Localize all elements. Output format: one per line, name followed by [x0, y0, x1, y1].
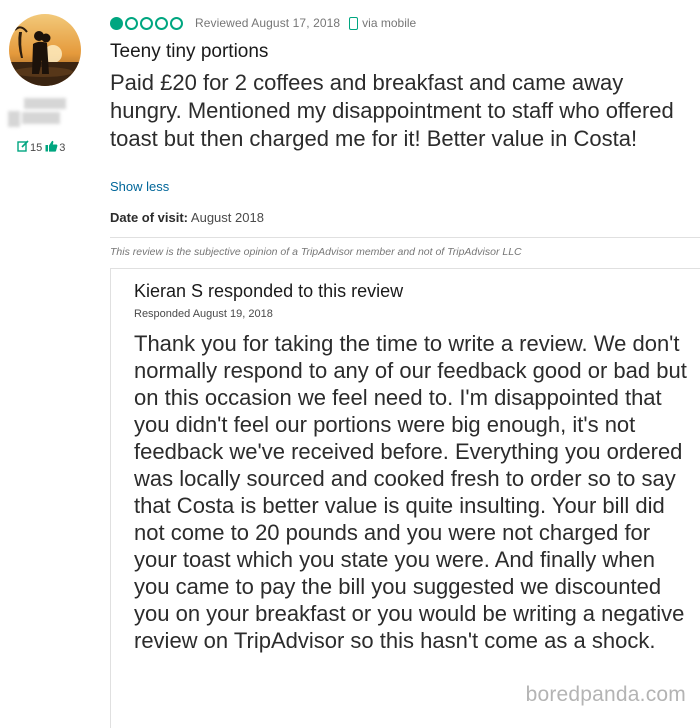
- avatar-photo: [9, 14, 81, 86]
- review-meta-row: Reviewed August 17, 2018 via mobile: [110, 13, 416, 33]
- rating-bubble-empty: [170, 16, 183, 30]
- reviewer-stats: 15 3: [17, 140, 68, 156]
- review-body: Paid £20 for 2 coffees and breakfast and…: [110, 70, 674, 151]
- review-count-icon: [17, 140, 29, 156]
- response-title: Kieran S responded to this review: [134, 281, 404, 301]
- helpful-votes-count: 3: [59, 142, 66, 154]
- divider: [110, 237, 700, 238]
- review-title[interactable]: Teeny tiny portions: [110, 40, 268, 64]
- review-date: Reviewed August 17, 2018: [195, 16, 341, 30]
- response-date: Responded August 19, 2018: [134, 308, 273, 320]
- watermark: boredpanda.com: [519, 683, 686, 707]
- response-body: Thank you for taking the time to write a…: [134, 331, 687, 653]
- date-of-visit: Date of visit: August 2018: [110, 210, 264, 225]
- bubble-rating: [110, 16, 185, 30]
- show-less-link[interactable]: Show less: [110, 179, 169, 194]
- mobile-phone-icon: [349, 16, 359, 30]
- review-count: 15: [30, 142, 43, 154]
- rating-bubble-empty: [125, 16, 138, 30]
- rating-bubble-filled: [110, 16, 123, 30]
- date-of-visit-label: Date of visit:: [110, 210, 189, 225]
- reviewer-avatar[interactable]: [9, 14, 81, 86]
- rating-bubble-empty: [155, 16, 168, 30]
- rating-bubble-empty: [140, 16, 153, 30]
- reviewer-name-redacted: [6, 96, 78, 132]
- date-of-visit-value: August 2018: [190, 210, 264, 225]
- thumbs-up-icon: [45, 140, 58, 156]
- via-mobile-label: via mobile: [362, 16, 417, 30]
- review-disclaimer: This review is the subjective opinion of…: [110, 246, 522, 258]
